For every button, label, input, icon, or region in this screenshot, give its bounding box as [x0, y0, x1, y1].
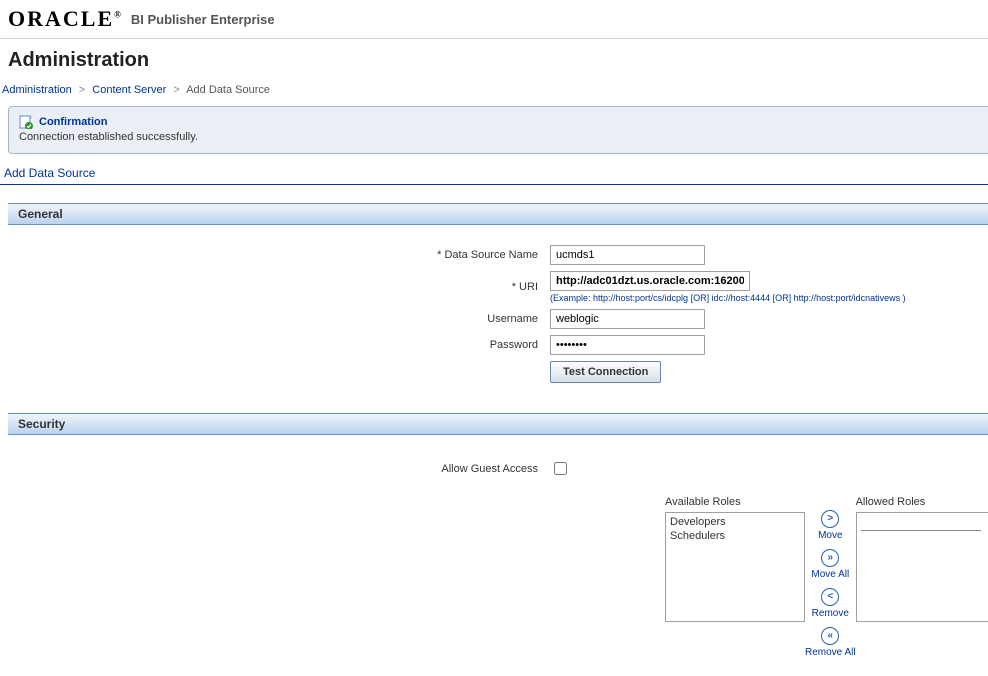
breadcrumb-current: Add Data Source [186, 84, 270, 96]
breadcrumb-sep: > [173, 84, 179, 96]
logo-text: ORACLE [8, 6, 114, 31]
section-header-general: General [8, 203, 988, 225]
breadcrumb-link-content-server[interactable]: Content Server [92, 84, 166, 96]
password-input[interactable] [550, 335, 705, 355]
registered-mark: ® [114, 10, 121, 20]
shuttle-buttons: > Move » Move All < Remove « Remove All [805, 496, 856, 666]
move-all-button[interactable]: » Move All [811, 549, 849, 580]
label-username: Username [0, 313, 550, 325]
oracle-logo: ORACLE® [8, 6, 121, 32]
move-all-right-icon: » [821, 549, 839, 567]
label-data-source-name: * Data Source Name [0, 249, 550, 261]
remove-all-button[interactable]: « Remove All [805, 627, 856, 658]
breadcrumb: Administration > Content Server > Add Da… [0, 80, 988, 106]
page-title: Administration [0, 39, 988, 80]
username-input[interactable] [550, 309, 705, 329]
uri-hint: (Example: http://host:port/cs/idcplg [OR… [550, 293, 988, 303]
test-connection-button[interactable]: Test Connection [550, 361, 661, 383]
label-password: Password [0, 339, 550, 351]
data-source-name-input[interactable] [550, 245, 705, 265]
roles-shuttle: Available Roles Developers Schedulers > … [665, 496, 988, 666]
allowed-roles-list[interactable] [856, 512, 988, 622]
allow-guest-checkbox[interactable] [554, 462, 567, 475]
move-right-icon: > [821, 510, 839, 528]
confirmation-message: Connection established successfully. [19, 131, 978, 143]
breadcrumb-link-administration[interactable]: Administration [2, 84, 72, 96]
general-form: * Data Source Name * URI (Example: http:… [0, 225, 988, 413]
move-button[interactable]: > Move [818, 510, 842, 541]
security-area: Allow Guest Access Available Roles Devel… [0, 435, 988, 676]
move-all-label: Move All [811, 569, 849, 580]
move-left-icon: < [821, 588, 839, 606]
allowed-roles-label: Allowed Roles [856, 496, 988, 508]
remove-all-label: Remove All [805, 647, 856, 658]
remove-button[interactable]: < Remove [812, 588, 849, 619]
move-label: Move [818, 530, 842, 541]
label-uri: * URI [0, 281, 550, 293]
section-header-security: Security [8, 413, 988, 435]
confirmation-icon [19, 115, 33, 129]
available-roles-label: Available Roles [665, 496, 805, 508]
label-allow-guest: Allow Guest Access [0, 463, 550, 475]
add-data-source-link[interactable]: Add Data Source [0, 158, 988, 185]
list-item[interactable]: Schedulers [670, 529, 800, 543]
move-all-left-icon: « [821, 627, 839, 645]
confirmation-head: Confirmation [19, 115, 978, 129]
confirmation-title: Confirmation [39, 116, 107, 128]
uri-input[interactable] [550, 271, 750, 291]
available-roles-list[interactable]: Developers Schedulers [665, 512, 805, 622]
list-item[interactable]: Developers [670, 515, 800, 529]
app-header: ORACLE® BI Publisher Enterprise [0, 0, 988, 39]
confirmation-box: Confirmation Connection established succ… [8, 106, 988, 154]
empty-underline [861, 517, 981, 531]
breadcrumb-sep: > [79, 84, 85, 96]
product-name: BI Publisher Enterprise [131, 12, 275, 27]
